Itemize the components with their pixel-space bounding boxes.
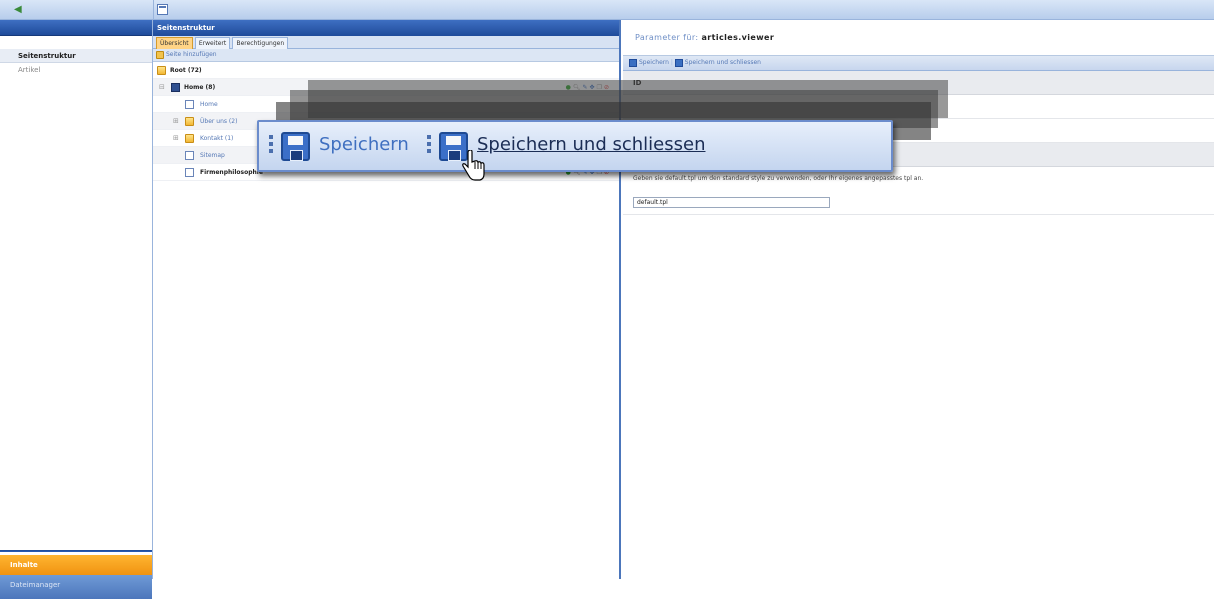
page-icon	[185, 100, 194, 109]
left-nav-header	[0, 20, 152, 36]
grip-icon	[269, 135, 273, 157]
parameter-toolbar: Speichern | Speichern und schliessen	[623, 56, 1214, 71]
back-button[interactable]: ◀	[4, 3, 151, 17]
folder-icon	[157, 66, 166, 75]
nav-divider	[0, 550, 152, 552]
back-arrow-icon: ◀	[14, 4, 22, 15]
top-bar: ◀	[0, 0, 1214, 20]
tab-erweitert[interactable]: Erweitert	[194, 37, 231, 49]
tree-label[interactable]: Kontakt (1)	[200, 130, 233, 147]
nav-section-inhalte[interactable]: Inhalte	[0, 555, 152, 575]
folder-icon	[185, 117, 194, 126]
expand-icon[interactable]: ⊞	[173, 113, 180, 130]
tree-label[interactable]: Home	[200, 96, 218, 113]
save-icon	[629, 58, 637, 67]
collapse-icon[interactable]: ⊟	[159, 79, 166, 96]
parameter-title-prefix: Parameter für:	[635, 33, 699, 42]
add-page-button[interactable]: Seite hinzufügen	[166, 51, 217, 58]
tab-uebersicht[interactable]: Übersicht	[156, 37, 193, 49]
page-icon	[185, 168, 194, 177]
save-close-icon	[674, 58, 683, 67]
tree-row-root[interactable]: Root (72)	[153, 62, 619, 79]
window-icon[interactable]	[157, 4, 168, 15]
left-navigation: Seitenstruktur Artikel Inhalte Dateimana…	[0, 20, 153, 599]
tab-berechtigungen[interactable]: Berechtigungen	[232, 37, 289, 49]
page-icon	[185, 151, 194, 160]
tree-label[interactable]: Root (72)	[170, 62, 202, 79]
book-icon	[171, 83, 180, 92]
expand-icon[interactable]: ⊞	[173, 130, 180, 147]
style-input-row: default.tpl	[623, 191, 1214, 215]
tree-label[interactable]: Über uns (2)	[200, 113, 237, 130]
panel-title: Seitenstruktur	[153, 20, 619, 36]
tree-label[interactable]: Firmenphilosophie	[200, 164, 263, 181]
toolbar-separator	[153, 0, 154, 20]
nav-item-seitenstruktur[interactable]: Seitenstruktur	[0, 49, 152, 63]
parameter-title-name: articles.viewer	[701, 33, 775, 42]
save-close-button[interactable]: Speichern und schliessen	[685, 59, 761, 66]
callout-save-button[interactable]: Speichern	[319, 134, 409, 155]
zoomed-toolbar-callout: Speichern Speichern und schliessen	[257, 120, 893, 172]
save-disk-icon	[281, 132, 310, 161]
save-button[interactable]: Speichern	[639, 59, 669, 66]
nav-item-artikel[interactable]: Artikel	[0, 63, 152, 77]
tree-label[interactable]: Home (8)	[184, 79, 215, 96]
tree-label[interactable]: Sitemap	[200, 147, 225, 164]
callout-save-close-button[interactable]: Speichern und schliessen	[477, 134, 705, 155]
add-page-toolbar: Seite hinzufügen	[153, 49, 619, 62]
tab-bar: Übersicht Erweitert Berechtigungen	[153, 36, 619, 49]
grip-icon	[427, 135, 431, 157]
hand-cursor-icon	[462, 150, 485, 181]
style-input[interactable]: default.tpl	[633, 197, 830, 208]
add-page-icon	[156, 50, 164, 59]
parameter-title: Parameter für: articles.viewer	[623, 20, 1214, 56]
folder-icon	[185, 134, 194, 143]
